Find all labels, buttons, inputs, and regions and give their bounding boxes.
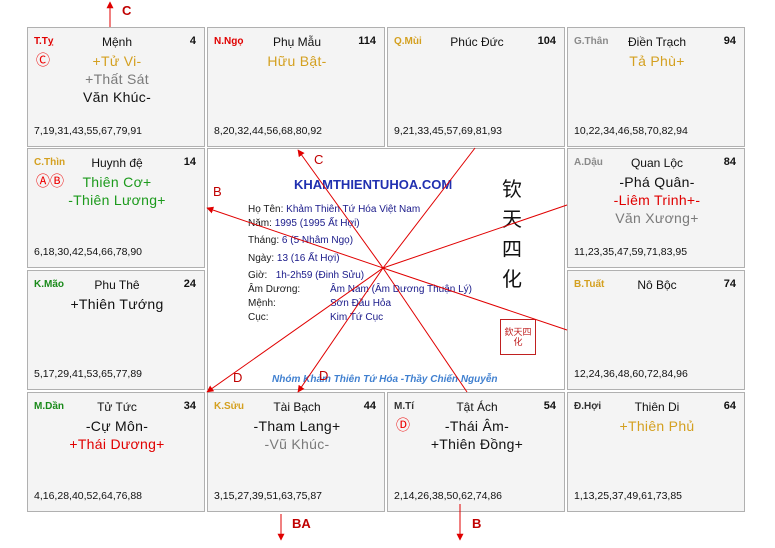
hoa-arrows-overlay <box>106 1 568 541</box>
arrow-to-ngo <box>297 149 384 269</box>
line-to-mui <box>382 147 476 269</box>
label-bottom-b: B <box>472 516 482 531</box>
line-to-tuat <box>382 267 568 331</box>
label-left-b: B <box>213 184 222 199</box>
label-left-d: D <box>233 370 243 385</box>
label-bottom-ba: BA <box>292 516 311 531</box>
label-top-c: C <box>122 3 132 18</box>
label-mid-d: D <box>319 368 329 383</box>
arrow-to-thin <box>206 206 384 269</box>
line-to-ti <box>382 267 468 393</box>
label-mid-c: C <box>314 152 324 167</box>
arrow-to-suu <box>297 267 384 393</box>
line-to-dau <box>382 204 568 269</box>
